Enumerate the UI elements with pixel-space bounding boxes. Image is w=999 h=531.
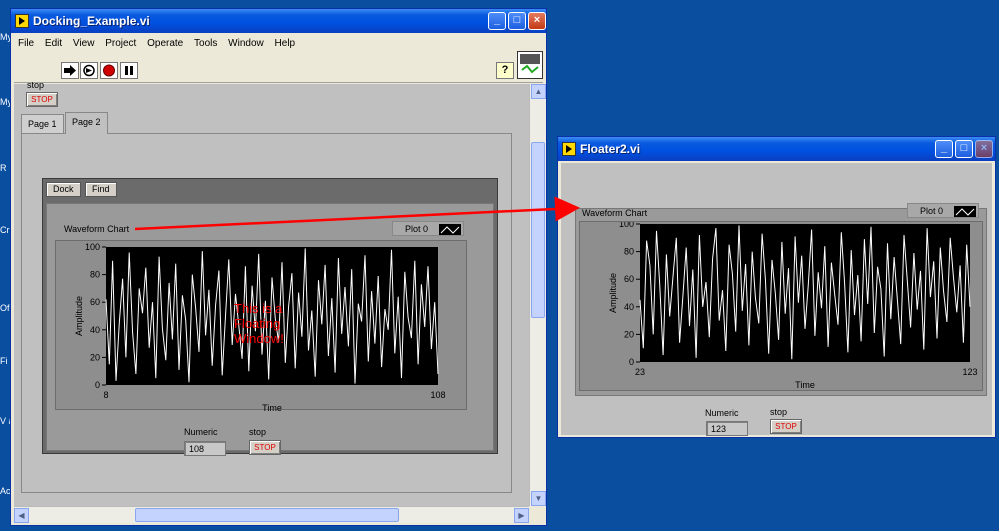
chart-title: Waveform Chart — [64, 224, 130, 234]
scroll-down-arrow[interactable]: ▼ — [531, 491, 546, 506]
vertical-scroll-thumb[interactable] — [531, 142, 545, 318]
y-tick-label: 40 — [90, 325, 100, 335]
floater-close-button[interactable]: × — [975, 140, 993, 158]
y-tick-label: 0 — [95, 380, 100, 390]
find-button[interactable]: Find — [85, 182, 117, 197]
x-axis-label: Time — [262, 403, 282, 411]
dock-button[interactable]: Dock — [46, 182, 81, 197]
y-tick-label: 60 — [624, 274, 634, 284]
labview-icon — [562, 142, 576, 156]
vi-connector-icon[interactable] — [517, 51, 543, 79]
floater-chart-inner: 0 20 40 60 80 100 23 123 Time Amplitude — [579, 221, 983, 391]
floater-plot-legend-swatch — [954, 206, 976, 217]
close-button[interactable]: × — [528, 12, 546, 30]
y-tick-label: 0 — [629, 357, 634, 367]
y-tick-label: 80 — [90, 270, 100, 280]
y-tick-label: 100 — [85, 242, 100, 252]
horizontal-scroll-thumb[interactable] — [135, 508, 399, 522]
numeric-indicator[interactable]: 108 — [184, 441, 226, 456]
subpanel-stop-label: stop — [249, 427, 267, 437]
menu-window[interactable]: Window — [224, 35, 268, 49]
x-tick-label: 108 — [430, 390, 445, 400]
floater-plot-legend[interactable]: Plot 0 — [907, 203, 979, 218]
subpanel-stop-button[interactable]: STOP — [249, 440, 281, 455]
chart-inner: 0 20 40 60 80 100 8 108 Time Amplitude This is a … — [55, 240, 467, 411]
floater-title-bar[interactable]: Floater2.vi _ □ × — [558, 137, 995, 161]
annotation-text: This is a Floating Window! — [234, 301, 284, 346]
floater-chart-title: Waveform Chart — [582, 208, 648, 218]
main-window: Docking_Example.vi _ □ × File Edit View … — [10, 8, 547, 526]
x-tick-label: 123 — [962, 367, 977, 377]
help-icon[interactable]: ? — [496, 62, 514, 79]
pause-icon[interactable] — [120, 62, 138, 79]
floater-stop-label: stop — [770, 407, 788, 417]
maximize-button[interactable]: □ — [508, 12, 526, 30]
toolbar: ? — [14, 51, 543, 83]
menu-view[interactable]: View — [69, 35, 99, 49]
vertical-scrollbar[interactable]: ▲ ▼ — [529, 84, 546, 506]
y-tick-label: 20 — [90, 352, 100, 362]
labview-icon — [15, 14, 29, 28]
stop-button[interactable]: STOP — [26, 92, 58, 107]
menu-tools[interactable]: Tools — [190, 35, 221, 49]
menu-file[interactable]: File — [14, 35, 38, 49]
scroll-right-arrow[interactable]: ▶ — [514, 508, 529, 523]
horizontal-scrollbar[interactable]: ◀ ▶ — [14, 506, 529, 523]
front-panel: stop STOP Page 1 Page 2 Dock Find Wavefo… — [14, 80, 529, 506]
floater-window-title: Floater2.vi — [580, 142, 641, 156]
subpanel: Dock Find Waveform Chart Plot 0 0 20 40 60 8… — [42, 178, 498, 454]
tab-page-1[interactable]: Page 1 — [21, 114, 64, 134]
x-tick-label: 8 — [103, 390, 108, 400]
numeric-label: Numeric — [184, 427, 218, 437]
floater-front-panel: Waveform Chart Plot 0 0 20 40 60 80 100 23 123 T… — [561, 163, 992, 436]
y-tick-label: 60 — [90, 297, 100, 307]
menu-bar: File Edit View Project Operate Tools Win… — [14, 35, 543, 53]
scroll-left-arrow[interactable]: ◀ — [14, 508, 29, 523]
floater-maximize-button[interactable]: □ — [955, 140, 973, 158]
plot-area — [640, 224, 970, 362]
plot-legend-swatch — [439, 224, 461, 235]
floater-numeric-indicator[interactable]: 123 — [706, 421, 748, 436]
menu-help[interactable]: Help — [271, 35, 300, 49]
y-axis-label: Amplitude — [608, 273, 618, 313]
floater-window: Floater2.vi _ □ × Waveform Chart Plot 0 … — [557, 136, 996, 438]
tab-page-2[interactable]: Page 2 — [65, 112, 108, 134]
y-tick-label: 100 — [619, 222, 634, 229]
menu-edit[interactable]: Edit — [41, 35, 66, 49]
x-tick-label: 23 — [635, 367, 645, 377]
menu-operate[interactable]: Operate — [143, 35, 187, 49]
run-arrow-icon[interactable] — [61, 62, 79, 79]
plot-legend[interactable]: Plot 0 — [392, 221, 464, 236]
tab-page-body: Dock Find Waveform Chart Plot 0 0 20 40 60 8… — [21, 133, 512, 493]
y-tick-label: 80 — [624, 247, 634, 257]
minimize-button[interactable]: _ — [488, 12, 506, 30]
y-axis-label: Amplitude — [74, 296, 84, 336]
waveform-chart-floater: 0 20 40 60 80 100 23 123 Time Amplitude — [608, 222, 978, 390]
stop-label: stop — [27, 80, 45, 90]
scroll-up-arrow[interactable]: ▲ — [531, 84, 546, 99]
floater-minimize-button[interactable]: _ — [935, 140, 953, 158]
abort-execution-icon[interactable] — [100, 62, 118, 79]
menu-project[interactable]: Project — [101, 35, 140, 49]
main-window-title: Docking_Example.vi — [33, 14, 150, 28]
floater-numeric-label: Numeric — [705, 408, 739, 418]
y-tick-label: 40 — [624, 302, 634, 312]
chart-area: Waveform Chart Plot 0 0 20 40 60 80 100 8 108 Ti… — [46, 203, 494, 451]
run-continuously-icon[interactable] — [80, 62, 98, 79]
main-title-bar[interactable]: Docking_Example.vi _ □ × — [11, 9, 546, 33]
floater-stop-button[interactable]: STOP — [770, 419, 802, 434]
x-axis-label: Time — [795, 380, 815, 390]
y-tick-label: 20 — [624, 329, 634, 339]
